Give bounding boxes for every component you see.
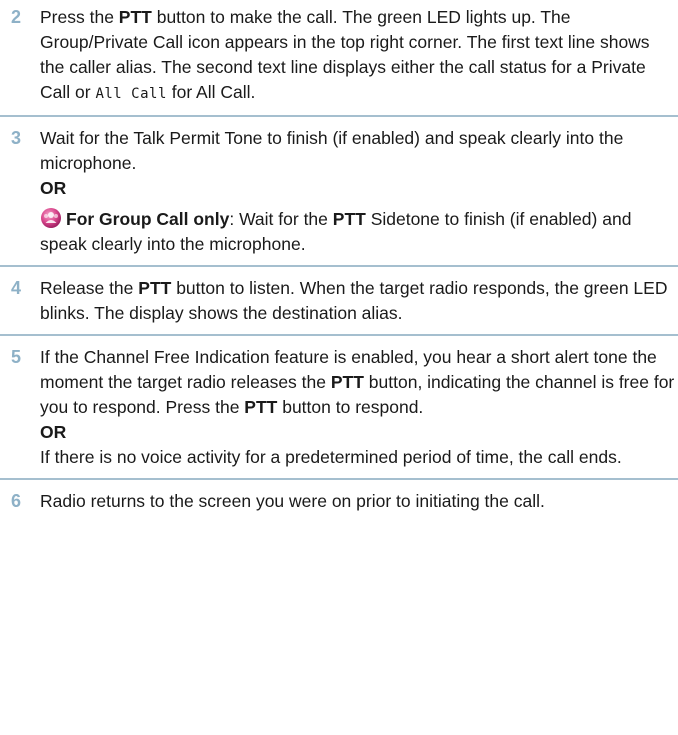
ptt-bold: PTT	[332, 209, 366, 229]
display-text: All Call	[95, 86, 167, 102]
ptt-bold: PTT	[118, 7, 152, 27]
ptt-bold: PTT	[244, 397, 278, 417]
step-number: 6	[11, 491, 22, 511]
or-text: OR	[40, 178, 67, 198]
step-3: 3 Wait for the Talk Permit Tone to finis…	[0, 126, 678, 257]
step-text: Radio returns to the screen you were on …	[40, 491, 545, 511]
step-text: If the Channel Free Indication feature i…	[40, 345, 676, 420]
divider	[0, 334, 678, 336]
or-label: OR	[40, 420, 676, 445]
or-text: OR	[40, 422, 67, 442]
step-number: 5	[11, 347, 22, 367]
step-text: If there is no voice activity for a pred…	[40, 447, 622, 467]
text-fragment: : Wait for the	[229, 209, 333, 229]
step-number: 4	[11, 278, 22, 298]
divider	[0, 265, 678, 267]
text-fragment: Release the	[40, 278, 139, 298]
divider	[0, 478, 678, 480]
divider	[0, 115, 678, 117]
procedure-steps: 2 Press the PTT button to make the call.…	[0, 0, 678, 514]
group-call-label: For Group Call only	[66, 209, 230, 229]
step-4: 4 Release the PTT button to listen. When…	[0, 276, 678, 326]
step-number: 2	[11, 7, 22, 27]
step-text: Release the PTT button to listen. When t…	[40, 276, 676, 326]
group-call-icon	[40, 207, 62, 229]
text-fragment: Press the	[40, 7, 119, 27]
text-fragment: for All Call.	[166, 82, 256, 102]
step-text: Press the PTT button to make the call. T…	[40, 5, 676, 107]
step-6: 6 Radio returns to the screen you were o…	[0, 489, 678, 514]
or-label: OR	[40, 176, 676, 201]
step-5: 5 If the Channel Free Indication feature…	[0, 345, 678, 470]
group-call-note: For Group Call only: Wait for the PTT Si…	[0, 207, 676, 257]
text-fragment: button to respond.	[277, 397, 424, 417]
step-number: 3	[11, 128, 22, 148]
ptt-bold: PTT	[330, 372, 364, 392]
ptt-bold: PTT	[138, 278, 172, 298]
step-text: Wait for the Talk Permit Tone to finish …	[40, 128, 624, 173]
step-2: 2 Press the PTT button to make the call.…	[0, 5, 678, 107]
